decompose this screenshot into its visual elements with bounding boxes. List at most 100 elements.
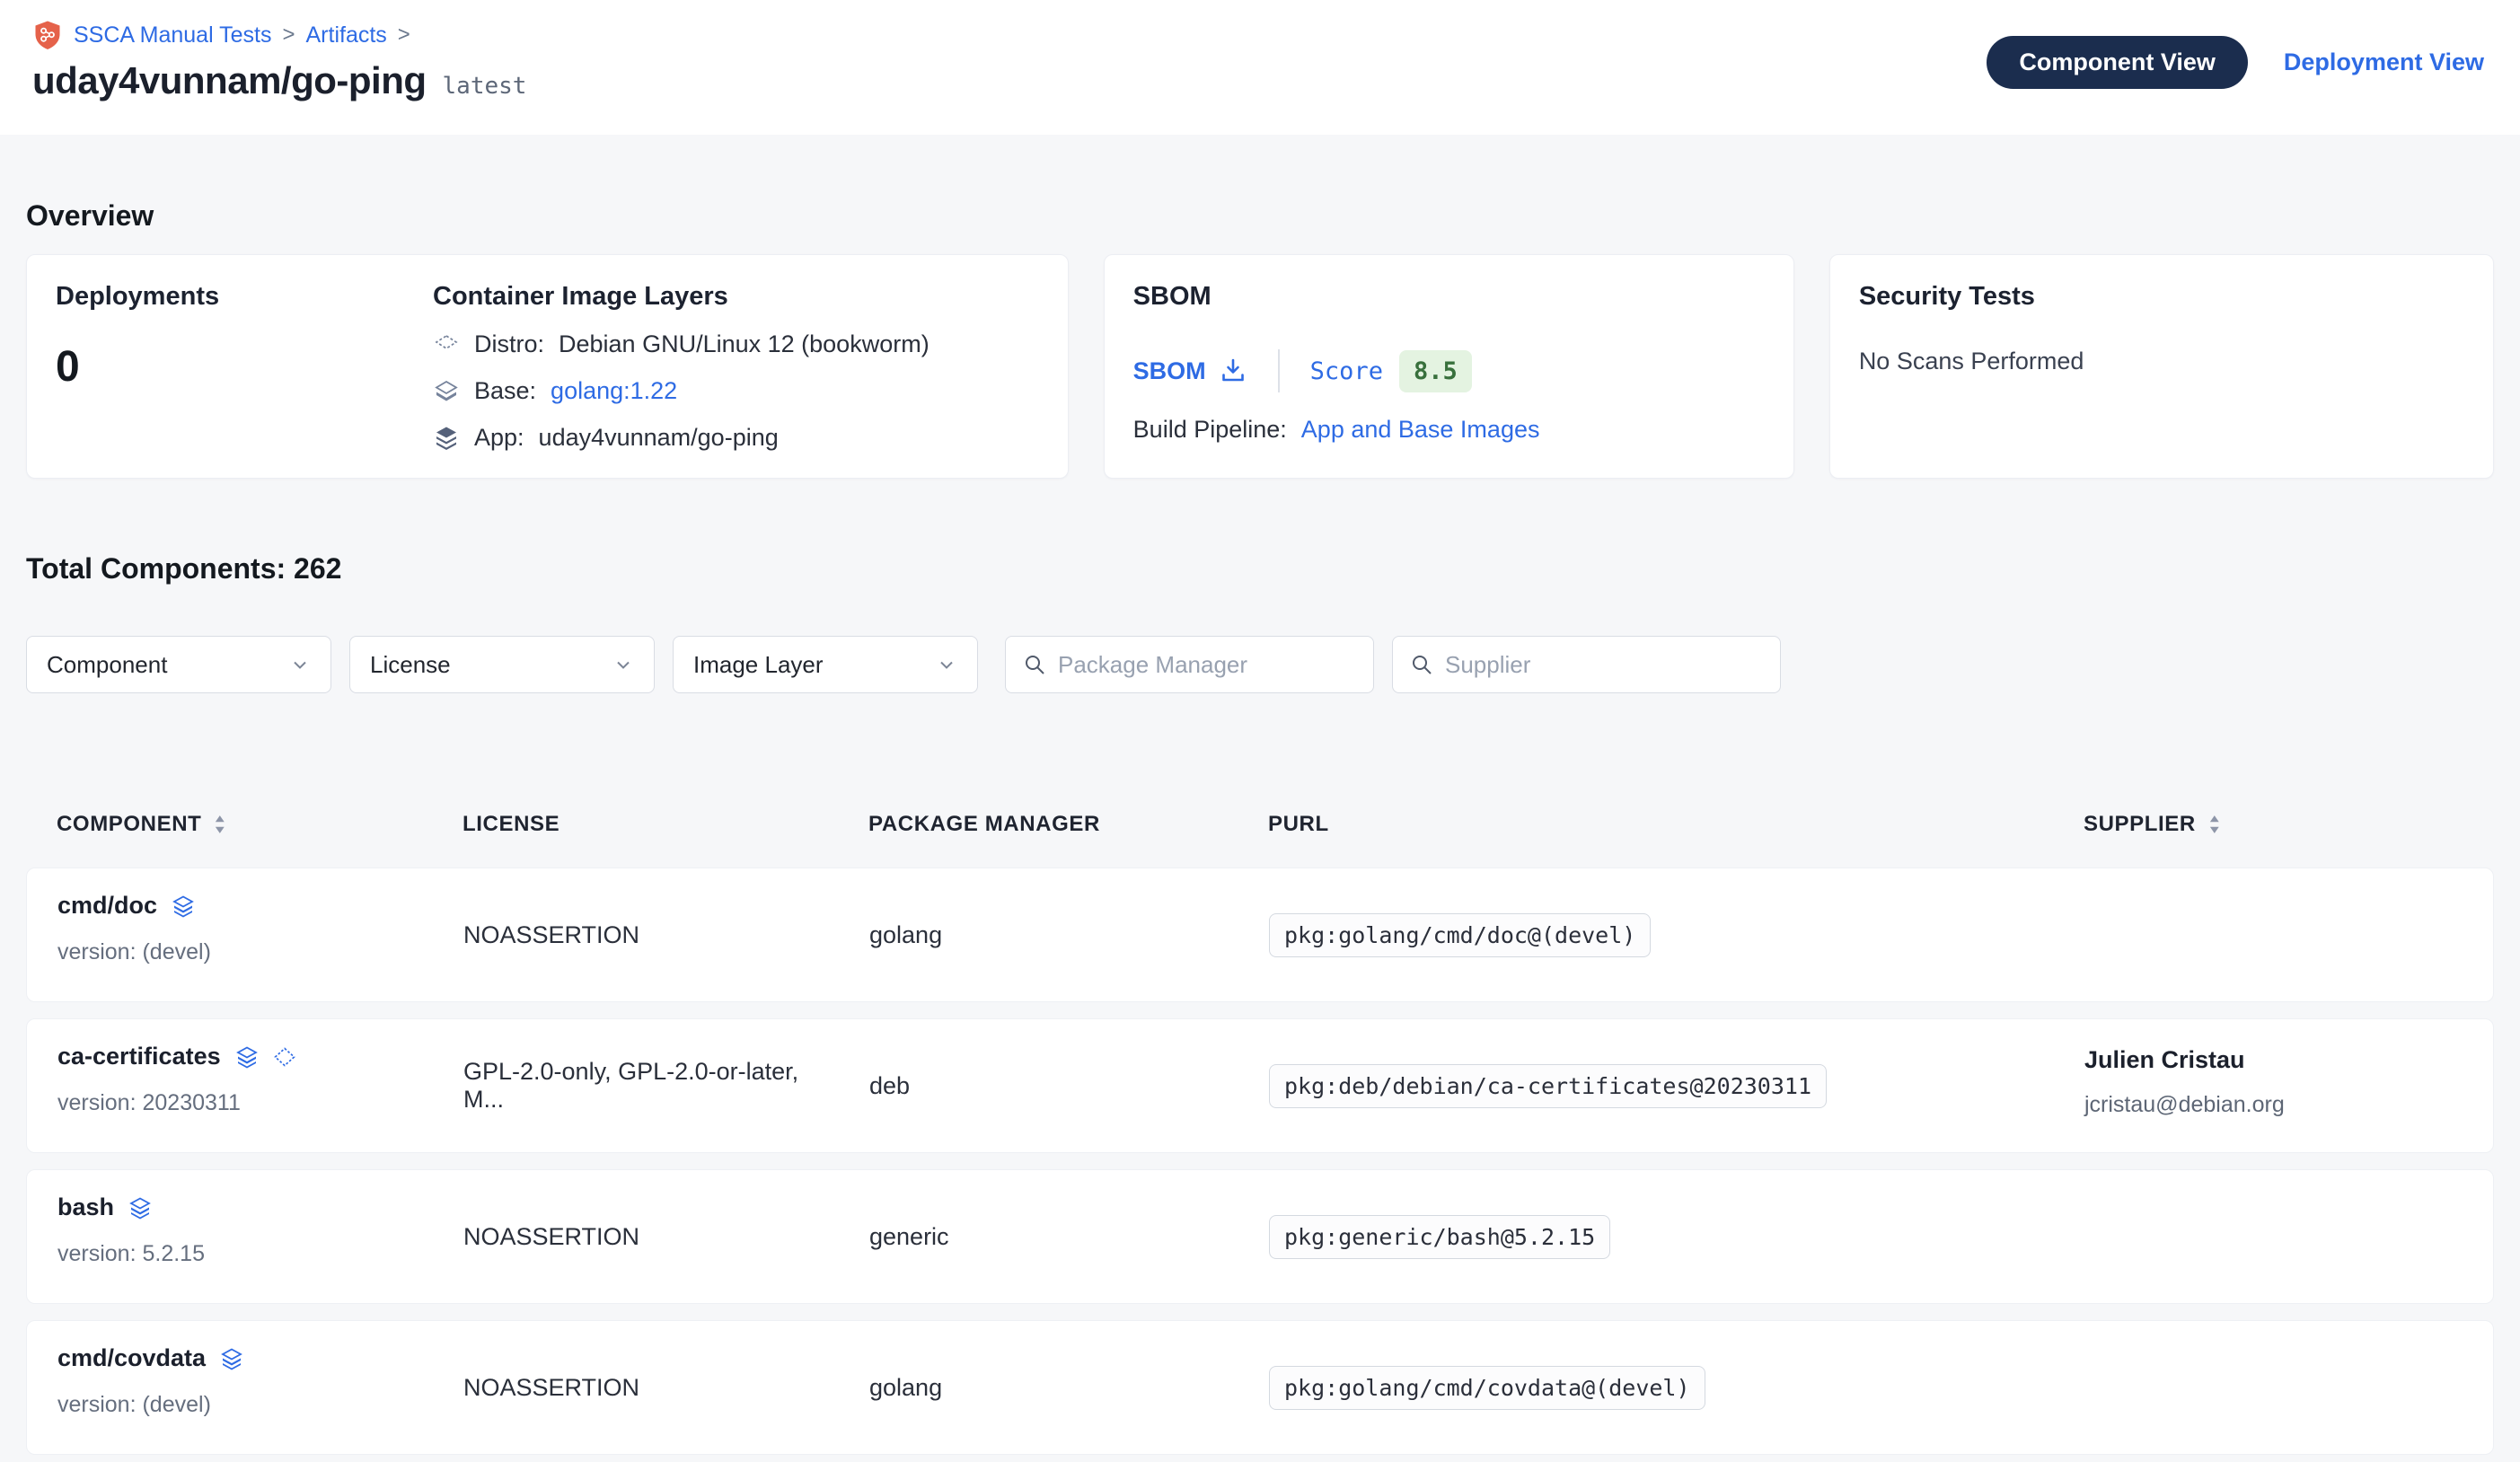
app-value: uday4vunnam/go-ping xyxy=(539,424,779,452)
column-header-license: LICENSE xyxy=(463,812,868,837)
supplier-name: Julien Cristau xyxy=(2084,1046,2463,1074)
component-cell: ca-certificates version: 20230311 xyxy=(57,1019,463,1116)
license-filter-label: License xyxy=(370,651,451,679)
chevron-down-icon xyxy=(936,654,957,675)
build-pipeline-label: Build Pipeline: xyxy=(1133,416,1287,444)
component-version: version: 20230311 xyxy=(57,1090,463,1116)
base-label: Base: xyxy=(474,377,536,405)
package-manager-cell: golang xyxy=(869,921,1269,949)
image-layer-filter-select[interactable]: Image Layer xyxy=(673,636,978,693)
purl-cell: pkg:deb/debian/ca-certificates@20230311 xyxy=(1269,1064,2084,1108)
base-image-link[interactable]: golang:1.22 xyxy=(551,377,677,405)
build-pipeline-link[interactable]: App and Base Images xyxy=(1301,416,1540,444)
table-row[interactable]: ca-certificates version: 20230311 GPL-2.… xyxy=(26,1018,2494,1153)
base-line: Base: golang:1.22 xyxy=(433,377,1039,405)
package-manager-column-label: PACKAGE MANAGER xyxy=(868,812,1100,837)
sbom-score-label: Score xyxy=(1310,357,1383,385)
sbom-score-badge: 8.5 xyxy=(1399,350,1472,392)
table-body: cmd/doc version: (devel) NOASSERTION gol… xyxy=(26,868,2494,1455)
image-layers-label: Container Image Layers xyxy=(433,282,1039,312)
breadcrumb-artifacts-link[interactable]: Artifacts xyxy=(306,22,387,48)
ssca-shield-logo-icon xyxy=(32,20,63,50)
security-tests-status: No Scans Performed xyxy=(1859,348,2464,375)
supplier-search xyxy=(1392,636,1781,693)
purl-cell: pkg:generic/bash@5.2.15 xyxy=(1269,1215,2084,1259)
component-name: ca-certificates xyxy=(57,1043,221,1070)
column-header-supplier[interactable]: SUPPLIER xyxy=(2084,812,2463,837)
table-row[interactable]: cmd/doc version: (devel) NOASSERTION gol… xyxy=(26,868,2494,1002)
deployments-section: Deployments 0 xyxy=(56,282,433,451)
table-row[interactable]: bash version: 5.2.15 NOASSERTION generic… xyxy=(26,1169,2494,1304)
sort-icon[interactable] xyxy=(2207,815,2224,834)
layers-two-icon xyxy=(433,378,460,405)
license-cell: NOASSERTION xyxy=(463,1223,869,1251)
table-header: COMPONENT LICENSE PACKAGE MANAGER PURL S… xyxy=(26,803,2494,846)
package-manager-cell: generic xyxy=(869,1223,1269,1251)
component-version: version: 5.2.15 xyxy=(57,1241,463,1267)
sort-icon[interactable] xyxy=(212,815,229,834)
main-content: Overview Deployments 0 Container Image L… xyxy=(0,199,2520,1455)
distro-line: Distro: Debian GNU/Linux 12 (bookworm) xyxy=(433,330,1039,358)
layers-three-icon xyxy=(433,425,460,452)
distro-label: Distro: xyxy=(474,330,544,358)
supplier-search-input[interactable] xyxy=(1445,651,1764,679)
page-title: uday4vunnam/go-ping xyxy=(32,59,427,102)
deployment-view-button[interactable]: Deployment View xyxy=(2284,48,2484,76)
filters-bar: Component License Image Layer xyxy=(26,636,2494,693)
table-row[interactable]: cmd/covdata version: (devel) NOASSERTION… xyxy=(26,1320,2494,1455)
layers-icon xyxy=(172,894,195,918)
supplier-column-label: SUPPLIER xyxy=(2084,812,2196,837)
column-header-component[interactable]: COMPONENT xyxy=(57,812,463,837)
license-cell: NOASSERTION xyxy=(463,921,869,949)
breadcrumb: SSCA Manual Tests > Artifacts > xyxy=(32,20,526,50)
license-cell: GPL-2.0-only, GPL-2.0-or-later, M... xyxy=(463,1058,869,1114)
security-tests-label: Security Tests xyxy=(1859,282,2464,312)
deployments-count: 0 xyxy=(56,342,433,392)
purl-chip: pkg:golang/cmd/doc@(devel) xyxy=(1269,913,1651,957)
supplier-cell: Julien Cristau jcristau@debian.org xyxy=(2084,1019,2463,1118)
package-manager-search-input[interactable] xyxy=(1058,651,1359,679)
component-name: cmd/doc xyxy=(57,892,157,920)
component-version: version: (devel) xyxy=(57,939,463,965)
breadcrumb-project-link[interactable]: SSCA Manual Tests xyxy=(74,22,271,48)
purl-cell: pkg:golang/cmd/covdata@(devel) xyxy=(1269,1366,2084,1410)
component-column-label: COMPONENT xyxy=(57,812,201,837)
sbom-download-label: SBOM xyxy=(1133,357,1206,385)
purl-chip: pkg:golang/cmd/covdata@(devel) xyxy=(1269,1366,1705,1410)
purl-column-label: PURL xyxy=(1268,812,1329,837)
purl-chip: pkg:deb/debian/ca-certificates@20230311 xyxy=(1269,1064,1827,1108)
component-filter-select[interactable]: Component xyxy=(26,636,331,693)
search-icon xyxy=(1409,652,1434,677)
component-cell: cmd/doc version: (devel) xyxy=(57,868,463,965)
license-column-label: LICENSE xyxy=(463,812,560,837)
distro-value: Debian GNU/Linux 12 (bookworm) xyxy=(559,330,930,358)
component-cell: bash version: 5.2.15 xyxy=(57,1170,463,1267)
search-icon xyxy=(1022,652,1047,677)
image-layer-filter-label: Image Layer xyxy=(693,651,824,679)
component-filter-label: Component xyxy=(47,651,167,679)
sbom-label: SBOM xyxy=(1133,282,1765,312)
package-manager-search xyxy=(1005,636,1374,693)
package-manager-cell: golang xyxy=(869,1374,1269,1402)
app-line: App: uday4vunnam/go-ping xyxy=(433,424,1039,452)
breadcrumb-separator: > xyxy=(282,22,295,48)
download-icon[interactable] xyxy=(1219,357,1247,385)
total-components-heading: Total Components: 262 xyxy=(26,552,2494,586)
column-header-package-manager: PACKAGE MANAGER xyxy=(868,812,1268,837)
app-label: App: xyxy=(474,424,524,452)
view-toggle: Component View Deployment View xyxy=(1987,36,2484,89)
component-view-button[interactable]: Component View xyxy=(1987,36,2248,89)
top-bar: SSCA Manual Tests > Artifacts > uday4vun… xyxy=(0,0,2520,135)
deployments-layers-card: Deployments 0 Container Image Layers Dis… xyxy=(26,254,1069,479)
diamond-dashed-icon xyxy=(433,331,460,358)
breadcrumb-separator: > xyxy=(398,22,410,48)
sbom-download-link[interactable]: SBOM xyxy=(1133,357,1247,385)
column-header-purl: PURL xyxy=(1268,812,2084,837)
overview-heading: Overview xyxy=(26,199,2494,233)
component-version: version: (devel) xyxy=(57,1392,463,1418)
license-filter-select[interactable]: License xyxy=(349,636,655,693)
purl-cell: pkg:golang/cmd/doc@(devel) xyxy=(1269,913,2084,957)
sbom-card: SBOM SBOM Score 8.5 Build Pipeline: App … xyxy=(1104,254,1794,479)
diamond-dashed-icon xyxy=(273,1045,296,1069)
layers-icon xyxy=(220,1347,243,1370)
